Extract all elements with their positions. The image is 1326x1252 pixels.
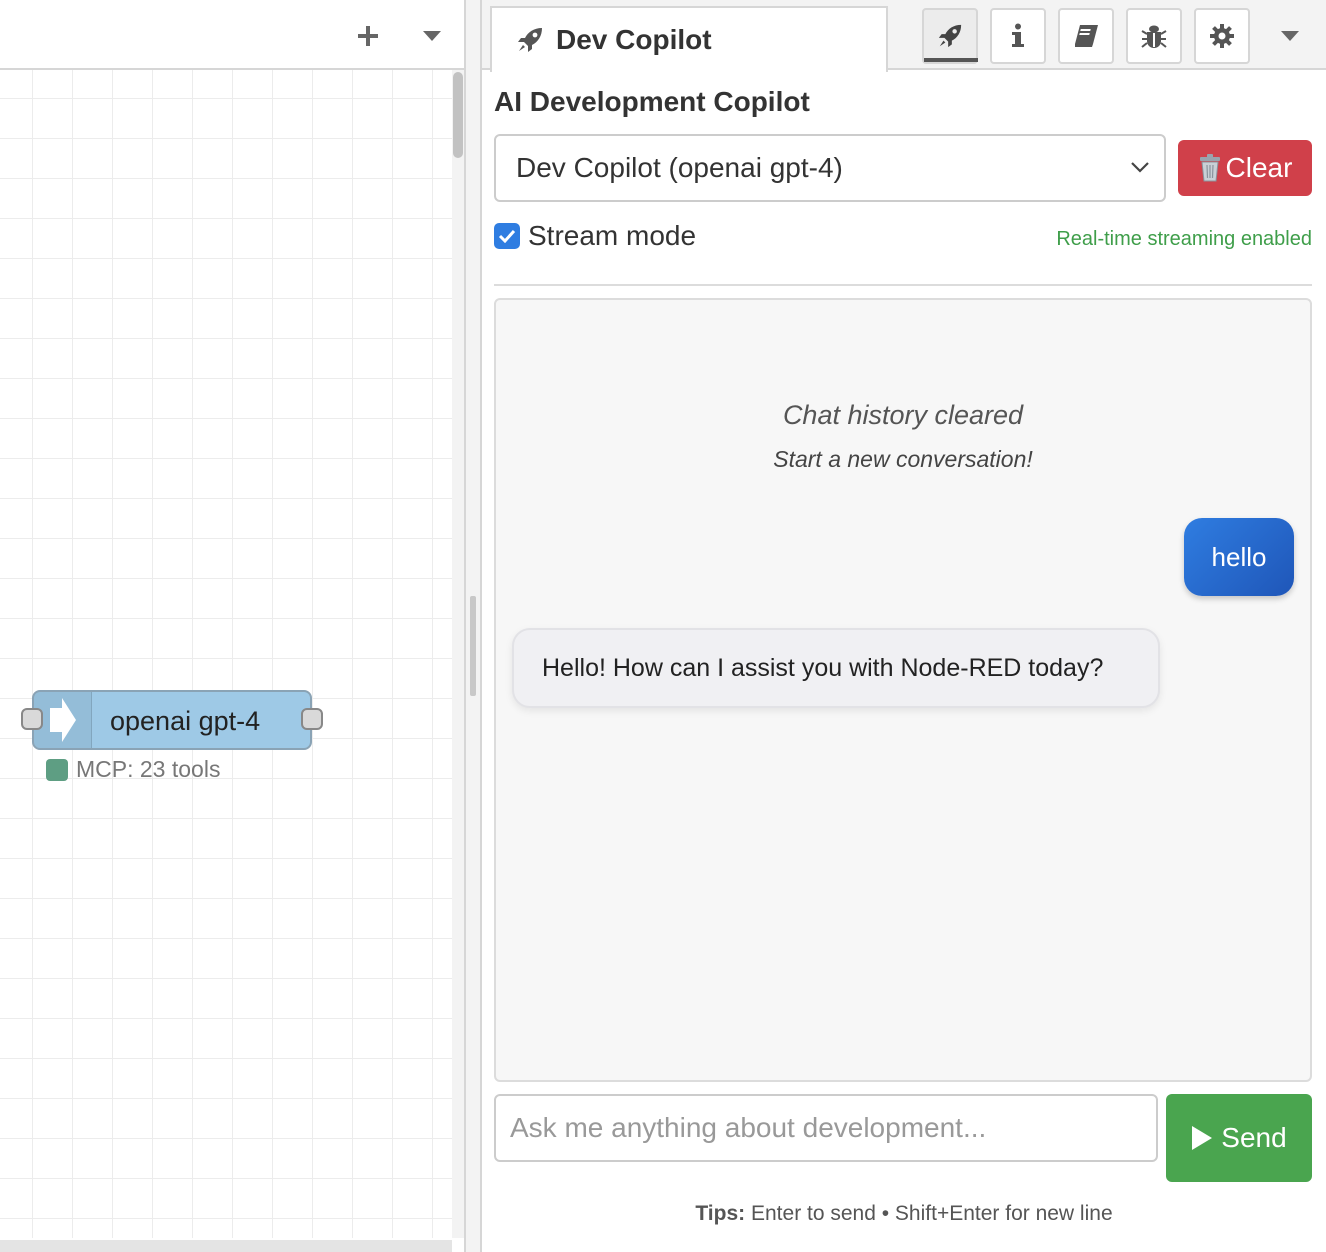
tab-button-info[interactable]: [990, 8, 1046, 64]
vertical-scrollbar[interactable]: [452, 70, 464, 1238]
user-message: hello: [1184, 518, 1294, 596]
flow-workspace: openai gpt-4 MCP: 23 tools: [0, 0, 466, 1252]
book-icon: [1075, 25, 1098, 47]
active-tab-indicator: [924, 58, 978, 62]
status-text: MCP: 23 tools: [76, 756, 221, 782]
chat-cleared-title: Chat history cleared: [782, 400, 1024, 430]
node-label: openai gpt-4: [110, 706, 261, 736]
node-status: MCP: 23 tools: [46, 756, 220, 783]
horizontal-scrollbar[interactable]: [0, 1240, 452, 1252]
chevron-down-icon: [1131, 162, 1149, 173]
stream-mode-label: Stream mode: [528, 220, 697, 251]
rocket-icon: [518, 28, 542, 52]
send-button[interactable]: Send: [1166, 1094, 1312, 1182]
tab-button-settings[interactable]: [1194, 8, 1250, 64]
tab-title: Dev Copilot: [556, 24, 712, 55]
info-icon: [1012, 23, 1024, 47]
flow-node[interactable]: openai gpt-4: [32, 690, 312, 750]
model-select-value: Dev Copilot (openai gpt-4): [516, 152, 843, 183]
chat-history[interactable]: Chat history cleared Start a new convers…: [494, 298, 1312, 1082]
flow-canvas[interactable]: [0, 70, 452, 1238]
tab-button-help[interactable]: [1058, 8, 1114, 64]
tab-button-copilot[interactable]: [922, 8, 978, 64]
tab-dev-copilot[interactable]: Dev Copilot: [490, 6, 888, 72]
add-flow-button[interactable]: [350, 18, 386, 54]
tips-text: Tips: Enter to send • Shift+Enter for ne…: [482, 1202, 1326, 1226]
scrollbar-thumb[interactable]: [453, 72, 463, 158]
clear-button-label: Clear: [1225, 152, 1293, 183]
stream-mode-row: Stream mode: [494, 220, 696, 252]
sidebar-menu-button[interactable]: [1272, 22, 1308, 50]
play-icon: [1192, 1126, 1213, 1150]
divider-handle[interactable]: [470, 596, 476, 696]
chat-cleared-subtitle: Start a new conversation!: [773, 446, 1033, 472]
arrow-right-icon: [49, 698, 76, 742]
tips-label: Tips:: [695, 1202, 746, 1225]
checkmark-icon: [498, 229, 516, 243]
chat-input[interactable]: [494, 1094, 1158, 1162]
assistant-message: Hello! How can I assist you with Node-RE…: [512, 628, 1160, 708]
model-select[interactable]: Dev Copilot (openai gpt-4): [494, 134, 1166, 202]
gear-icon: [1210, 24, 1234, 48]
panel-divider[interactable]: [464, 0, 482, 1252]
workspace-menu-button[interactable]: [414, 22, 450, 50]
status-indicator: [46, 758, 68, 781]
panel-title: AI Development Copilot: [494, 86, 810, 117]
send-button-label: Send: [1221, 1122, 1287, 1153]
workspace-header: [0, 0, 464, 70]
rocket-icon: [938, 24, 962, 48]
caret-down-icon: [1281, 31, 1299, 41]
tab-button-debug[interactable]: [1126, 8, 1182, 64]
trash-icon: [1199, 154, 1220, 182]
caret-down-icon: [423, 31, 441, 41]
sidebar-tabbar: Dev Copilot: [482, 0, 1326, 72]
stream-mode-checkbox[interactable]: [494, 223, 520, 249]
node-input-port[interactable]: [21, 708, 43, 730]
sidebar: Dev Copilot AI Development Copilot Dev C…: [482, 0, 1326, 1252]
plus-icon: [358, 26, 378, 46]
clear-button[interactable]: Clear: [1178, 140, 1312, 196]
tips-body: Enter to send • Shift+Enter for new line: [745, 1202, 1113, 1225]
node-output-port[interactable]: [301, 708, 323, 730]
streaming-status: Real-time streaming enabled: [1056, 228, 1312, 250]
bug-icon: [1141, 25, 1167, 48]
divider-line: [494, 284, 1312, 286]
